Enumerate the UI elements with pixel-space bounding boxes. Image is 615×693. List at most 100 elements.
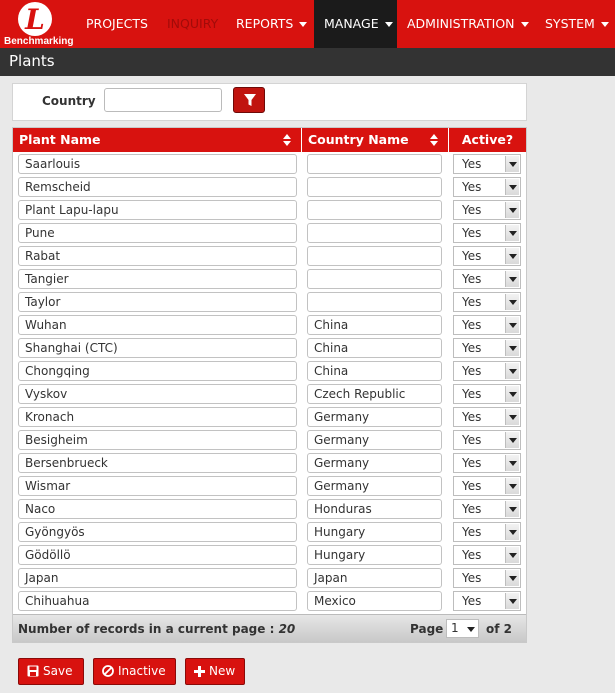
active-select[interactable]: Yes <box>453 453 521 473</box>
active-select[interactable]: Yes <box>453 499 521 519</box>
country-name-input[interactable]: Germany <box>307 476 442 496</box>
plant-name-input[interactable]: Taylor <box>18 292 297 312</box>
plant-name-input[interactable]: Rabat <box>18 246 297 266</box>
table-row: Plant Lapu-lapu Yes <box>13 198 526 221</box>
nav-manage[interactable]: MANAGE <box>314 0 397 48</box>
chevron-down-icon <box>505 547 519 563</box>
plant-name-input[interactable]: Tangier <box>18 269 297 289</box>
chevron-down-icon <box>299 22 308 27</box>
logo-mark: L <box>18 2 52 36</box>
country-name-input[interactable]: Germany <box>307 453 442 473</box>
active-select[interactable]: Yes <box>453 223 521 243</box>
table-row: Vyskov Czech Republic Yes <box>13 382 526 405</box>
table-row: Saarlouis Yes <box>13 152 526 175</box>
sort-icon[interactable] <box>283 134 291 146</box>
active-select[interactable]: Yes <box>453 568 521 588</box>
plant-name-input[interactable]: Japan <box>18 568 297 588</box>
active-select[interactable]: Yes <box>453 591 521 611</box>
filter-icon <box>244 94 256 106</box>
plant-name-input[interactable]: Wuhan <box>18 315 297 335</box>
table-row: Remscheid Yes <box>13 175 526 198</box>
table-row: Pune Yes <box>13 221 526 244</box>
country-filter-input[interactable] <box>104 88 222 112</box>
nav-reports[interactable]: REPORTS <box>236 0 308 48</box>
active-select[interactable]: Yes <box>453 246 521 266</box>
country-name-input[interactable]: Germany <box>307 407 442 427</box>
logo-text: Benchmarking <box>4 36 74 47</box>
floppy-disk-icon <box>27 665 39 677</box>
column-header-plant-name[interactable]: Plant Name <box>13 128 301 152</box>
active-select[interactable]: Yes <box>453 292 521 312</box>
table-row: Kronach Germany Yes <box>13 405 526 428</box>
save-button[interactable]: Save <box>18 658 84 685</box>
chevron-down-icon <box>467 627 475 632</box>
plant-name-input[interactable]: Wismar <box>18 476 297 496</box>
plant-name-input[interactable]: Naco <box>18 499 297 519</box>
country-name-input[interactable] <box>307 292 442 312</box>
active-select[interactable]: Yes <box>453 407 521 427</box>
plant-name-input[interactable]: Remscheid <box>18 177 297 197</box>
page-select[interactable]: 1 <box>446 619 479 638</box>
country-name-input[interactable]: Honduras <box>307 499 442 519</box>
country-name-input[interactable]: China <box>307 338 442 358</box>
active-select[interactable]: Yes <box>453 177 521 197</box>
country-name-input[interactable]: Mexico <box>307 591 442 611</box>
column-header-country-name[interactable]: Country Name <box>302 128 448 152</box>
plant-name-input[interactable]: Pune <box>18 223 297 243</box>
active-select[interactable]: Yes <box>453 430 521 450</box>
active-select[interactable]: Yes <box>453 361 521 381</box>
country-name-input[interactable] <box>307 246 442 266</box>
plant-name-input[interactable]: Gödöllö <box>18 545 297 565</box>
plant-name-input[interactable]: Chongqing <box>18 361 297 381</box>
country-name-input[interactable] <box>307 223 442 243</box>
inactive-button[interactable]: Inactive <box>93 658 176 685</box>
country-name-input[interactable]: Czech Republic <box>307 384 442 404</box>
active-select[interactable]: Yes <box>453 384 521 404</box>
table-row: Shanghai (CTC) China Yes <box>13 336 526 359</box>
plant-name-input[interactable]: Chihuahua <box>18 591 297 611</box>
active-select[interactable]: Yes <box>453 200 521 220</box>
nav-projects[interactable]: PROJECTS <box>86 0 148 48</box>
active-select[interactable]: Yes <box>453 476 521 496</box>
filter-button[interactable] <box>233 87 265 113</box>
table-row: Chihuahua Mexico Yes <box>13 589 526 612</box>
plant-name-input[interactable]: Shanghai (CTC) <box>18 338 297 358</box>
active-select[interactable]: Yes <box>453 522 521 542</box>
nav-inquiry[interactable]: INQUIRY <box>167 0 218 48</box>
country-name-input[interactable]: China <box>307 361 442 381</box>
country-name-input[interactable] <box>307 154 442 174</box>
table-row: Wismar Germany Yes <box>13 474 526 497</box>
chevron-down-icon <box>505 340 519 356</box>
plant-name-input[interactable]: Saarlouis <box>18 154 297 174</box>
country-name-input[interactable]: Hungary <box>307 545 442 565</box>
active-select[interactable]: Yes <box>453 315 521 335</box>
chevron-down-icon <box>384 22 393 27</box>
country-name-input[interactable]: Germany <box>307 430 442 450</box>
country-name-input[interactable]: China <box>307 315 442 335</box>
country-name-input[interactable]: Hungary <box>307 522 442 542</box>
plant-name-input[interactable]: Vyskov <box>18 384 297 404</box>
country-name-input[interactable] <box>307 200 442 220</box>
chevron-down-icon <box>505 593 519 609</box>
chevron-down-icon <box>505 202 519 218</box>
chevron-down-icon <box>520 22 529 27</box>
active-select[interactable]: Yes <box>453 338 521 358</box>
country-name-input[interactable] <box>307 269 442 289</box>
grid-footer: Number of records in a current page : 20… <box>13 614 526 642</box>
nav-administration[interactable]: ADMINISTRATION <box>407 0 529 48</box>
active-select[interactable]: Yes <box>453 269 521 289</box>
plant-name-input[interactable]: Kronach <box>18 407 297 427</box>
plant-name-input[interactable]: Plant Lapu-lapu <box>18 200 297 220</box>
benchmarking-logo[interactable]: L Benchmarking <box>0 0 74 48</box>
active-select[interactable]: Yes <box>453 545 521 565</box>
plant-name-input[interactable]: Gyöngyös <box>18 522 297 542</box>
plant-name-input[interactable]: Besigheim <box>18 430 297 450</box>
new-button[interactable]: New <box>185 658 245 685</box>
table-row: Naco Honduras Yes <box>13 497 526 520</box>
plant-name-input[interactable]: Bersenbrueck <box>18 453 297 473</box>
country-name-input[interactable] <box>307 177 442 197</box>
active-select[interactable]: Yes <box>453 154 521 174</box>
nav-system[interactable]: SYSTEM <box>545 0 609 48</box>
sort-icon[interactable] <box>430 134 438 146</box>
country-name-input[interactable]: Japan <box>307 568 442 588</box>
